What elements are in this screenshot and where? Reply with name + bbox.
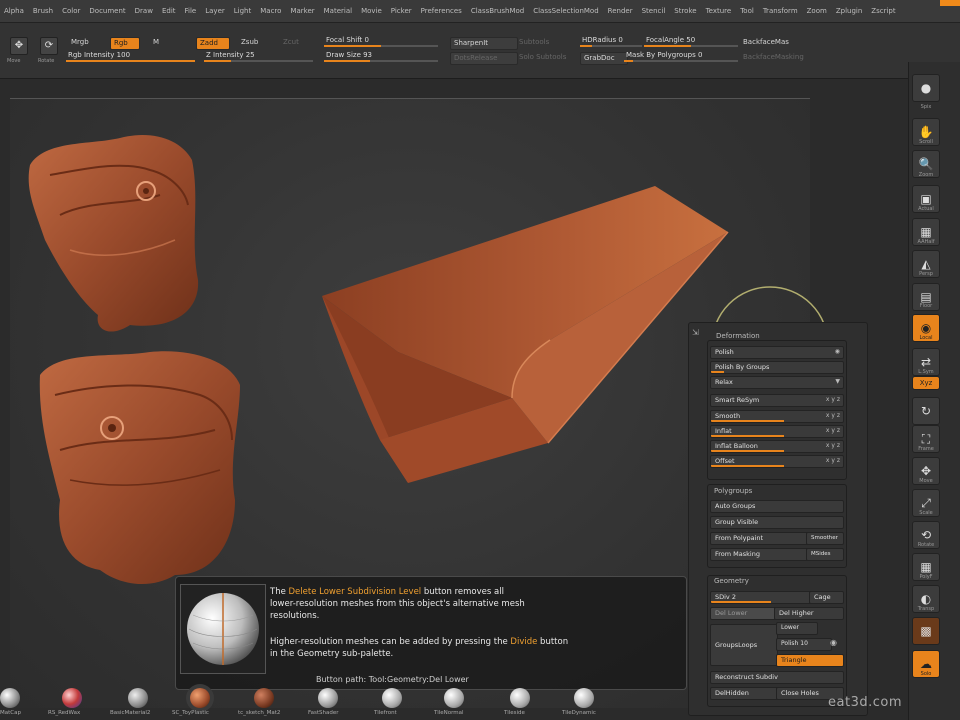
ghost-icon[interactable]: ▩ — [912, 617, 940, 645]
rshelf-label-lsym: L.Sym — [918, 369, 934, 375]
wedge-block — [322, 186, 729, 483]
relax-arrow-icon: ▼ — [835, 378, 840, 385]
auto-groups-button[interactable]: Auto Groups — [710, 500, 844, 513]
rshelf-label-floor: Floor — [919, 303, 933, 309]
material-label-7: TileNormal — [434, 710, 464, 716]
polish-dot-icon-2[interactable]: ◉ — [830, 638, 837, 647]
smooth-slider[interactable]: Smooth x y z — [710, 410, 844, 423]
rshelf-label-solo: Solo — [920, 671, 932, 677]
material-label-3: SC_ToyPlastic — [172, 710, 209, 716]
material-sc-toyplastic[interactable] — [190, 688, 210, 708]
sdiv-slider[interactable]: SDiv 2 — [710, 591, 812, 604]
tooltip-line-2: lower-resolution meshes from this object… — [270, 599, 525, 609]
offset-axis-icon: x y z — [825, 457, 840, 464]
material-label-0: MatCap — [0, 710, 21, 716]
rshelf-label-scale: Scale — [919, 510, 933, 516]
lower-res-slider[interactable]: Lower — [776, 622, 818, 635]
xyz-icon[interactable]: Xyz — [912, 376, 940, 390]
polish-button[interactable]: Polish ◉ — [710, 346, 844, 359]
from-masking-button[interactable]: From Masking — [710, 548, 808, 561]
material-label-5: FastShader — [308, 710, 339, 716]
sphere-preview-icon — [187, 593, 259, 665]
rshelf-label-actual: Actual — [918, 206, 934, 212]
spix-icon[interactable]: ● — [912, 74, 940, 102]
material-tileside[interactable] — [510, 688, 530, 708]
sculpt-bottom — [39, 351, 240, 585]
tooltip-thumbnail — [180, 584, 266, 674]
material-basic2[interactable] — [128, 688, 148, 708]
tooltip-line-3: resolutions. — [270, 611, 320, 621]
material-tilefront[interactable] — [382, 688, 402, 708]
rshelf-label-scroll: Scroll — [919, 139, 933, 145]
material-matcap[interactable] — [0, 688, 20, 708]
cage-button[interactable]: Cage — [809, 591, 844, 604]
msides-slider[interactable]: MSides — [806, 548, 844, 561]
triangle-button[interactable]: Triangle — [776, 654, 844, 667]
reconstruct-subdiv-button[interactable]: Reconstruct Subdiv — [710, 671, 844, 684]
material-label-4: tc_sketch_Mat2 — [238, 710, 281, 716]
smooth-axis-icon: x y z — [825, 412, 840, 419]
polish-dot-icon: ◉ — [834, 348, 840, 355]
material-fastshader[interactable] — [318, 688, 338, 708]
tooltip-line-5: in the Geometry sub-palette. — [270, 649, 394, 659]
axis-xyz-icon: x y z — [825, 396, 840, 403]
material-label-6: Tilefront — [374, 710, 397, 716]
material-tiledynamic[interactable] — [574, 688, 594, 708]
xyz-label: Xyz — [919, 379, 933, 387]
material-label-8: Tileside — [504, 710, 525, 716]
rshelf-label-rotate: Rotate — [917, 542, 935, 548]
group-visible-button[interactable]: Group Visible — [710, 516, 844, 529]
deformation-title: Deformation — [716, 332, 760, 340]
smoother-slider[interactable]: Smoother — [806, 532, 844, 545]
from-polypaint-button[interactable]: From Polypaint — [710, 532, 808, 545]
rshelf-label-transp: Transp — [917, 606, 935, 612]
rotate-axis-icon[interactable]: ↻ — [912, 397, 940, 425]
material-rs-redwax[interactable] — [62, 688, 82, 708]
rshelf-label-local: Local — [919, 335, 933, 341]
rshelf-label-spix: Spix — [920, 104, 932, 110]
tooltip-button-path: Button path: Tool:Geometry:Del Lower — [316, 675, 469, 684]
material-tc-sketch[interactable] — [254, 688, 274, 708]
material-label-2: BasicMaterial2 — [110, 710, 151, 716]
del-higher-button[interactable]: Del Higher — [774, 607, 844, 620]
inflat-balloon-axis-icon: x y z — [825, 442, 840, 449]
polish-by-groups-button[interactable]: Polish By Groups — [710, 361, 844, 374]
sculpt-top — [28, 134, 199, 332]
inflat-balloon-slider[interactable]: Inflat Balloon x y z — [710, 440, 844, 453]
material-label-9: TileDynamic — [562, 710, 596, 716]
geometry-title: Geometry — [714, 577, 749, 585]
delhidden-button[interactable]: DelHidden — [710, 687, 778, 700]
polish-geometry-slider[interactable]: Polish 10 — [776, 638, 832, 651]
tooltip-line-4: Higher-resolution meshes can be added by… — [270, 637, 569, 647]
relax-button[interactable]: Relax ▼ — [710, 376, 844, 389]
watermark: eat3d.com — [828, 695, 902, 710]
tooltip-line-1: The Delete Lower Subdivision Level butto… — [270, 587, 504, 597]
material-tilenormal[interactable] — [444, 688, 464, 708]
material-label-1: RS_RedWax — [48, 710, 81, 716]
rshelf-label-polyf: PolyF — [919, 574, 933, 580]
collapse-icon[interactable]: ⇲ — [692, 328, 699, 337]
rshelf-label-move: Move — [919, 478, 933, 484]
del-lower-button[interactable]: Del Lower — [710, 607, 776, 620]
rshelf-label-aahalf: AAHalf — [917, 239, 935, 245]
smart-resym-button[interactable]: Smart ReSym x y z — [710, 394, 844, 407]
rshelf-label-persp: Persp — [919, 271, 933, 277]
inflat-axis-icon: x y z — [825, 427, 840, 434]
rshelf-label-frame: Frame — [918, 446, 934, 452]
rshelf-label-zoom: Zoom — [918, 172, 934, 178]
offset-slider[interactable]: Offset x y z — [710, 455, 844, 468]
inflat-slider[interactable]: Inflat x y z — [710, 425, 844, 438]
polygroups-title: Polygroups — [714, 487, 753, 495]
groups-loops-button[interactable]: GroupsLoops — [710, 624, 778, 666]
